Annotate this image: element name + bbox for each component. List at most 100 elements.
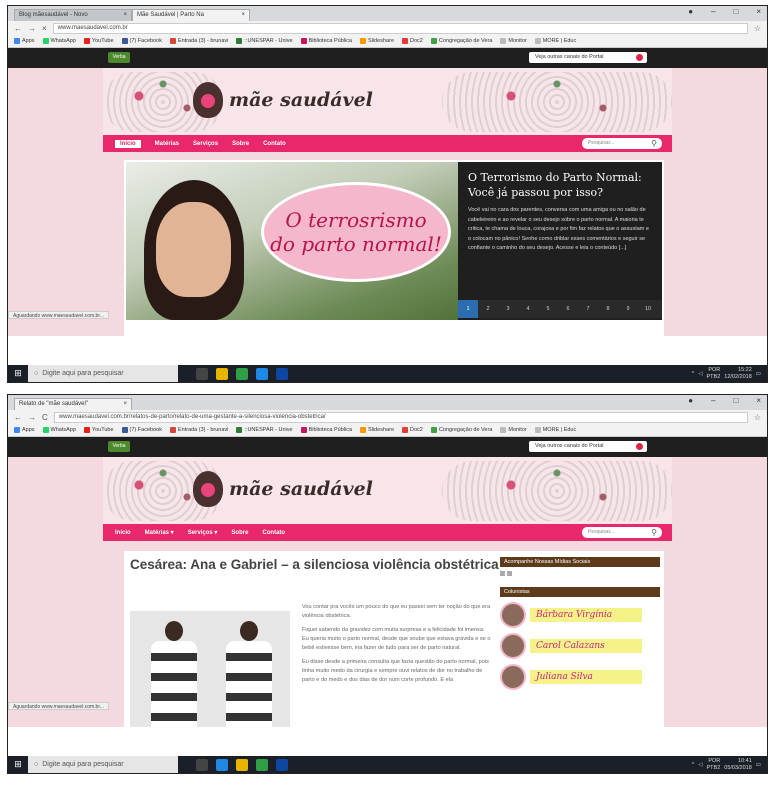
bookmark-whatsapp[interactable]: WhatsApp [42, 427, 76, 433]
chrome-icon[interactable] [256, 758, 268, 771]
bookmark-monitor[interactable]: Monitor [500, 427, 527, 433]
site-badge[interactable]: Verba [108, 52, 130, 63]
url-field[interactable]: www.maesaudavel.com.br/relatos-de-parto/… [53, 411, 748, 423]
columnist-item[interactable]: Bárbara Virgínia [500, 602, 660, 628]
notification-icon[interactable]: ▭ [756, 762, 761, 768]
nav-inicio[interactable]: Início [115, 139, 141, 148]
chrome-icon[interactable] [236, 367, 248, 380]
task-view-icon[interactable] [196, 367, 208, 380]
taskbar-search[interactable]: ○ Digite aqui para pesquisar [28, 365, 178, 382]
back-icon[interactable]: ← [14, 413, 22, 422]
tray-clock[interactable]: 15:22 12/02/2018 [724, 367, 752, 380]
reload-icon[interactable]: × [42, 24, 47, 33]
page-button[interactable]: 10 [638, 300, 658, 318]
store-icon[interactable] [276, 367, 288, 380]
file-explorer-icon[interactable] [216, 367, 228, 380]
bookmark-facebook[interactable]: (7) Facebook [121, 38, 162, 44]
nav-servicos[interactable]: Serviços ▾ [188, 529, 218, 536]
minimize-icon[interactable]: – [711, 7, 715, 16]
facebook-icon[interactable] [500, 571, 505, 576]
social-channels-button[interactable]: Veja outras canais do Portal [529, 52, 647, 63]
bookmark-apps[interactable]: Apps [14, 38, 35, 44]
bookmark-unespar[interactable]: ::UNESPAR - Unive [236, 38, 293, 44]
bookmark-whatsapp[interactable]: WhatsApp [42, 38, 76, 44]
page-button[interactable]: 9 [618, 300, 638, 318]
slide-title[interactable]: O Terrorismo do Parto Normal: Você já pa… [468, 170, 652, 200]
page-button[interactable]: 6 [558, 300, 578, 318]
bookmark-facebook[interactable]: (7) Facebook [121, 427, 162, 433]
tray-language[interactable]: POR PTB2 [707, 367, 721, 380]
store-icon[interactable] [276, 758, 288, 771]
close-window-icon[interactable]: × [756, 396, 761, 405]
minimize-icon[interactable]: – [711, 396, 715, 405]
close-window-icon[interactable]: × [756, 7, 761, 16]
task-view-icon[interactable] [196, 758, 208, 771]
nav-inicio[interactable]: Início [115, 530, 131, 536]
bookmark-apps[interactable]: Apps [14, 427, 35, 433]
forward-icon[interactable]: → [28, 413, 36, 422]
search-input[interactable]: Pesquisar... [582, 138, 662, 149]
bookmark-youtube[interactable]: YouTube [83, 38, 114, 44]
nav-sobre[interactable]: Sobre [232, 141, 249, 147]
columnist-item[interactable]: Juliana Silva [500, 664, 660, 690]
close-icon[interactable]: × [241, 10, 245, 21]
slide-image[interactable]: O terrosrismo do parto normal! [126, 162, 458, 320]
volume-icon[interactable]: ◁ [698, 371, 702, 377]
columnist-item[interactable]: Carol Calazans [500, 633, 660, 659]
bookmark-slideshare[interactable]: Slideshare [360, 38, 394, 44]
site-logo[interactable]: mãe saudável [193, 471, 373, 507]
page-button[interactable]: 8 [598, 300, 618, 318]
nav-servicos[interactable]: Serviços [193, 141, 218, 147]
volume-icon[interactable]: ◁ [698, 762, 702, 768]
browser-tab[interactable]: Blog mãesaudável - Novo × [14, 9, 132, 21]
page-button[interactable]: 3 [498, 300, 518, 318]
browser-tab-active[interactable]: Mãe Saudável | Parto Na × [132, 9, 250, 21]
close-icon[interactable]: × [123, 10, 127, 21]
edge-icon[interactable] [256, 367, 268, 380]
bookmark-gmail[interactable]: Entrada (3) - brunavi [169, 38, 228, 44]
page-button[interactable]: 1 [458, 300, 478, 318]
windows-start-icon[interactable]: ⊞ [8, 365, 28, 382]
instagram-icon[interactable] [507, 571, 512, 576]
star-icon[interactable]: ☆ [754, 413, 761, 422]
bookmark-youtube[interactable]: YouTube [83, 427, 114, 433]
nav-contato[interactable]: Contato [263, 141, 286, 147]
bookmark-biblioteca[interactable]: Biblioteca Pública [300, 38, 352, 44]
maximize-icon[interactable]: □ [733, 7, 738, 16]
user-icon[interactable]: ● [688, 7, 693, 16]
close-icon[interactable]: × [123, 399, 127, 410]
bookmark-doc[interactable]: Doc2 [402, 38, 423, 44]
site-logo[interactable]: mãe saudável [193, 82, 373, 118]
bookmark-slideshare[interactable]: Slideshare [360, 427, 394, 433]
url-field[interactable]: www.maesaudavel.com.br [52, 22, 748, 34]
bookmark-unespar[interactable]: ::UNESPAR - Unive [236, 427, 293, 433]
site-badge[interactable]: Verba [108, 441, 130, 452]
network-icon[interactable]: ^ [692, 371, 695, 377]
bookmark-gmail[interactable]: Entrada (3) - brunavi [169, 427, 228, 433]
bookmark-doc[interactable]: Doc2 [402, 427, 423, 433]
nav-materias[interactable]: Matérias [155, 141, 179, 147]
nav-contato[interactable]: Contato [262, 530, 285, 536]
bookmark-monitor[interactable]: Monitor [500, 38, 527, 44]
forward-icon[interactable]: → [28, 24, 36, 33]
network-icon[interactable]: ^ [692, 762, 695, 768]
page-button[interactable]: 2 [478, 300, 498, 318]
maximize-icon[interactable]: □ [733, 396, 738, 405]
reload-icon[interactable]: C [42, 413, 48, 422]
bookmark-more[interactable]: MORE | Educ [534, 38, 576, 44]
file-explorer-icon[interactable] [236, 758, 248, 771]
page-button[interactable]: 7 [578, 300, 598, 318]
bookmark-biblioteca[interactable]: Biblioteca Pública [300, 427, 352, 433]
social-channels-button[interactable]: Veja outros canais do Portal [529, 441, 647, 452]
tray-language[interactable]: POR PTB2 [707, 758, 721, 771]
nav-materias[interactable]: Matérias ▾ [145, 529, 174, 536]
page-button[interactable]: 4 [518, 300, 538, 318]
bookmark-congregacao[interactable]: Congregação de Vera [430, 38, 492, 44]
tray-clock[interactable]: 10:41 05/03/2018 [724, 758, 752, 771]
back-icon[interactable]: ← [14, 24, 22, 33]
bookmark-more[interactable]: MORE | Educ [534, 427, 576, 433]
browser-tab-active[interactable]: Relato de "mãe saudável" × [14, 398, 132, 410]
user-icon[interactable]: ● [688, 396, 693, 405]
windows-start-icon[interactable]: ⊞ [8, 756, 28, 773]
search-input[interactable]: Pesquisar... [582, 527, 662, 538]
